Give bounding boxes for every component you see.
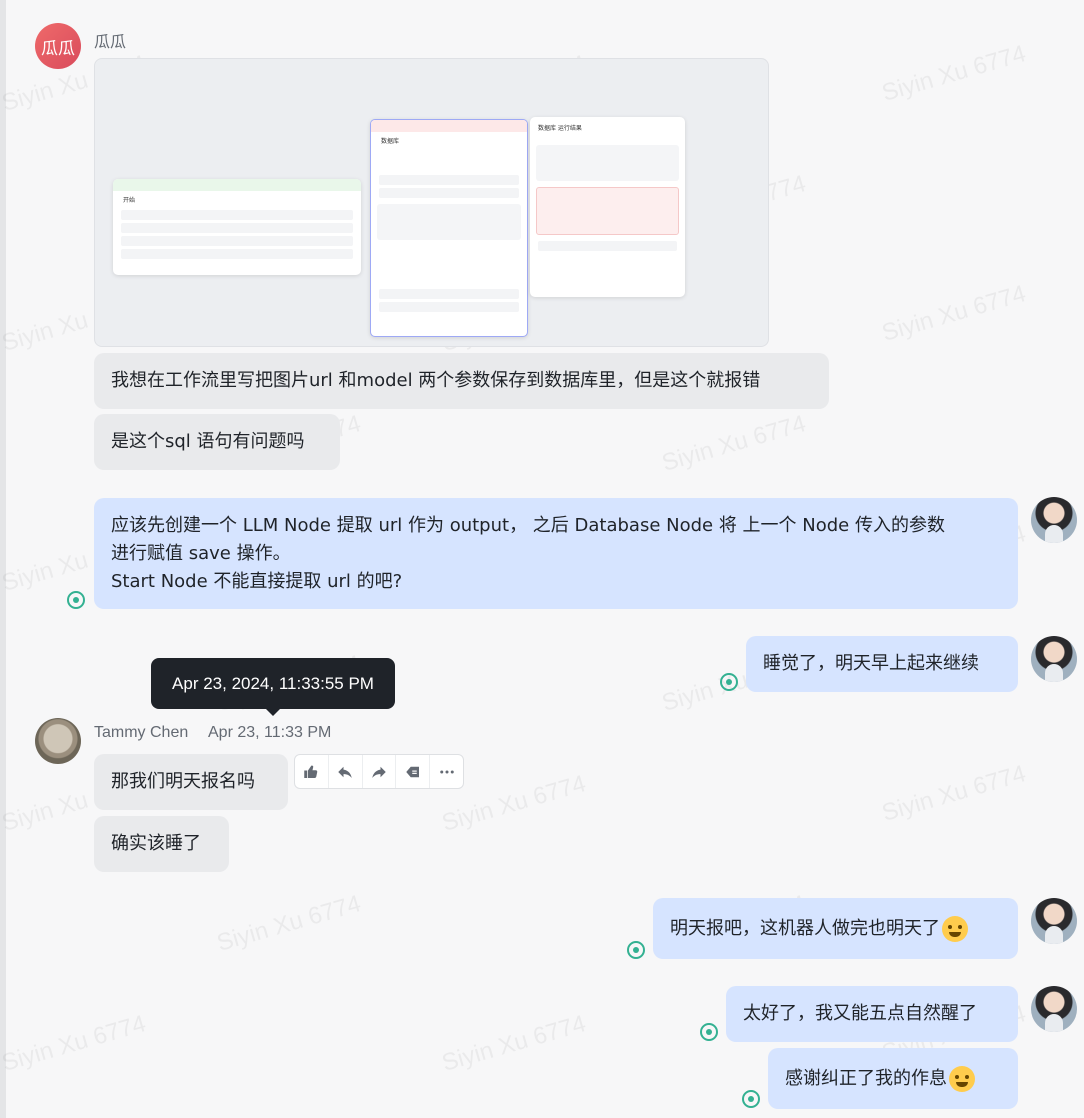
watermark: Siyin Xu 6774 bbox=[439, 1010, 589, 1077]
timestamp-tooltip: Apr 23, 2024, 11:33:55 PM bbox=[151, 658, 395, 716]
more-icon[interactable] bbox=[430, 755, 463, 788]
read-receipt-icon[interactable] bbox=[720, 673, 738, 691]
panel-title: 数据库 运行结果 bbox=[538, 125, 582, 132]
sender-name[interactable]: Tammy Chen bbox=[94, 724, 188, 742]
avatar-initials: 瓜瓜 bbox=[41, 38, 75, 59]
workflow-start-node: 开始 bbox=[113, 179, 361, 275]
read-receipt-icon[interactable] bbox=[742, 1090, 760, 1108]
watermark: Siyin Xu 6774 bbox=[0, 1010, 149, 1077]
avatar[interactable] bbox=[35, 718, 81, 764]
message-timestamp[interactable]: Apr 23, 11:33 PM bbox=[208, 724, 331, 742]
forward-icon[interactable] bbox=[363, 755, 397, 788]
workflow-result-panel: 数据库 运行结果 bbox=[530, 117, 685, 297]
message-text: 明天报吧，这机器人做完也明天了 bbox=[670, 917, 940, 939]
avatar[interactable] bbox=[1031, 497, 1077, 543]
message-bubble[interactable]: 那我们明天报名吗 bbox=[94, 754, 288, 810]
read-receipt-icon[interactable] bbox=[67, 591, 85, 609]
watermark: Siyin Xu 6774 bbox=[879, 280, 1029, 347]
message-line: 应该先创建一个 LLM Node 提取 url 作为 output， 之后 Da… bbox=[111, 515, 945, 536]
watermark: Siyin Xu 6774 bbox=[659, 410, 809, 477]
read-receipt-icon[interactable] bbox=[700, 1023, 718, 1041]
avatar[interactable]: 瓜瓜 bbox=[35, 23, 81, 69]
message-bubble[interactable]: 我想在工作流里写把图片url 和model 两个参数保存到数据库里，但是这个就报… bbox=[94, 353, 829, 409]
message-line: 进行赋值 save 操作。 bbox=[111, 543, 291, 564]
left-edge-bar bbox=[0, 0, 6, 1118]
message-bubble[interactable]: 太好了，我又能五点自然醒了 bbox=[726, 986, 1018, 1042]
node-title: 数据库 bbox=[381, 138, 400, 145]
pin-icon[interactable] bbox=[396, 755, 431, 788]
avatar[interactable] bbox=[1031, 636, 1077, 682]
sweat-smile-emoji-icon bbox=[942, 915, 968, 942]
avatar[interactable] bbox=[1031, 986, 1077, 1032]
watermark: Siyin Xu 6774 bbox=[879, 760, 1029, 827]
message-bubble[interactable]: 应该先创建一个 LLM Node 提取 url 作为 output， 之后 Da… bbox=[94, 498, 1018, 609]
watermark: Siyin Xu 6774 bbox=[214, 890, 364, 957]
thumbs-up-icon[interactable] bbox=[295, 755, 329, 788]
sender-name[interactable]: 瓜瓜 bbox=[94, 28, 126, 52]
message-bubble[interactable]: 睡觉了，明天早上起来继续 bbox=[746, 636, 1018, 692]
message-bubble[interactable]: 确实该睡了 bbox=[94, 816, 229, 872]
smile-emoji-icon bbox=[949, 1065, 975, 1092]
message-bubble[interactable]: 感谢纠正了我的作息 bbox=[768, 1048, 1018, 1109]
node-title: 开始 bbox=[123, 197, 136, 204]
message-bubble[interactable]: 明天报吧，这机器人做完也明天了 bbox=[653, 898, 1018, 959]
watermark: Siyin Xu 6774 bbox=[879, 40, 1029, 107]
message-bubble[interactable]: 是这个sql 语句有问题吗 bbox=[94, 414, 340, 470]
read-receipt-icon[interactable] bbox=[627, 941, 645, 959]
avatar[interactable] bbox=[1031, 898, 1077, 944]
message-line: Start Node 不能直接提取 url 的吧? bbox=[111, 571, 403, 592]
reply-icon[interactable] bbox=[329, 755, 363, 788]
message-hover-actions bbox=[294, 754, 464, 789]
screenshot-image[interactable]: 开始 数据库 数据库 运行结果 bbox=[94, 58, 769, 347]
message-text: 感谢纠正了我的作息 bbox=[785, 1067, 947, 1089]
workflow-database-node: 数据库 bbox=[370, 119, 528, 337]
